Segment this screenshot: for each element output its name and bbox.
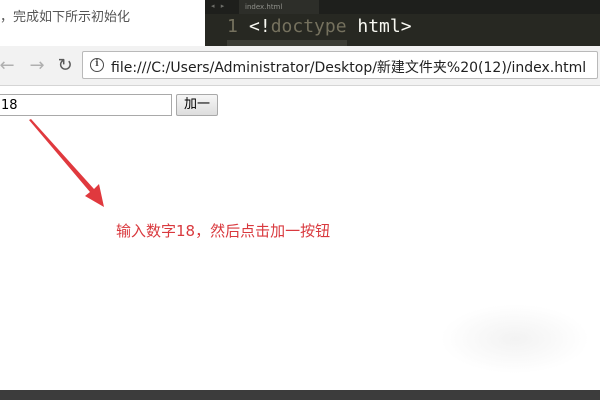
editor-tab-bar: ◂ ▸ index.html (205, 0, 600, 14)
code-token-open: <! (249, 16, 271, 37)
code-token-doctype: doctype (270, 16, 347, 37)
code-token-html: html> (346, 16, 412, 37)
browser-toolbar: ← → ↻ i file:///C:/Users/Administrator/D… (0, 46, 600, 86)
watermark-smudge (440, 304, 590, 374)
reload-icon[interactable]: ↻ (54, 55, 76, 77)
editor-tab-index[interactable]: index.html (239, 0, 319, 14)
code-editor: ◂ ▸ index.html 1 <!doctype html> (205, 0, 600, 46)
annotation-arrow-shape (29, 119, 104, 207)
code-line: 1 <!doctype html> (205, 16, 600, 38)
forward-arrow-icon[interactable]: → (26, 55, 48, 77)
bottom-bar (0, 390, 600, 400)
screenshot: ，完成如下所示初始化 ◂ ▸ index.html 1 <!doctype ht… (0, 0, 600, 400)
address-bar[interactable]: i file:///C:/Users/Administrator/Desktop… (82, 51, 598, 79)
back-arrow-icon[interactable]: ← (0, 55, 18, 77)
article-text: ，完成如下所示初始化 (0, 10, 131, 25)
article-strip: ，完成如下所示初始化 (0, 0, 205, 46)
number-input[interactable] (0, 94, 172, 116)
line-number: 1 (227, 16, 238, 37)
info-icon[interactable]: i (90, 58, 104, 72)
annotation-text: 输入数字18，然后点击加一按钮 (116, 222, 331, 240)
url-text[interactable]: file:///C:/Users/Administrator/Desktop/新… (111, 57, 586, 77)
code-text: <!doctype html> (249, 16, 412, 38)
editor-nav-arrows-icon[interactable]: ◂ ▸ (211, 2, 226, 10)
page-content: 加一 输入数字18，然后点击加一按钮 (0, 86, 600, 390)
add-one-button[interactable]: 加一 (176, 94, 218, 116)
